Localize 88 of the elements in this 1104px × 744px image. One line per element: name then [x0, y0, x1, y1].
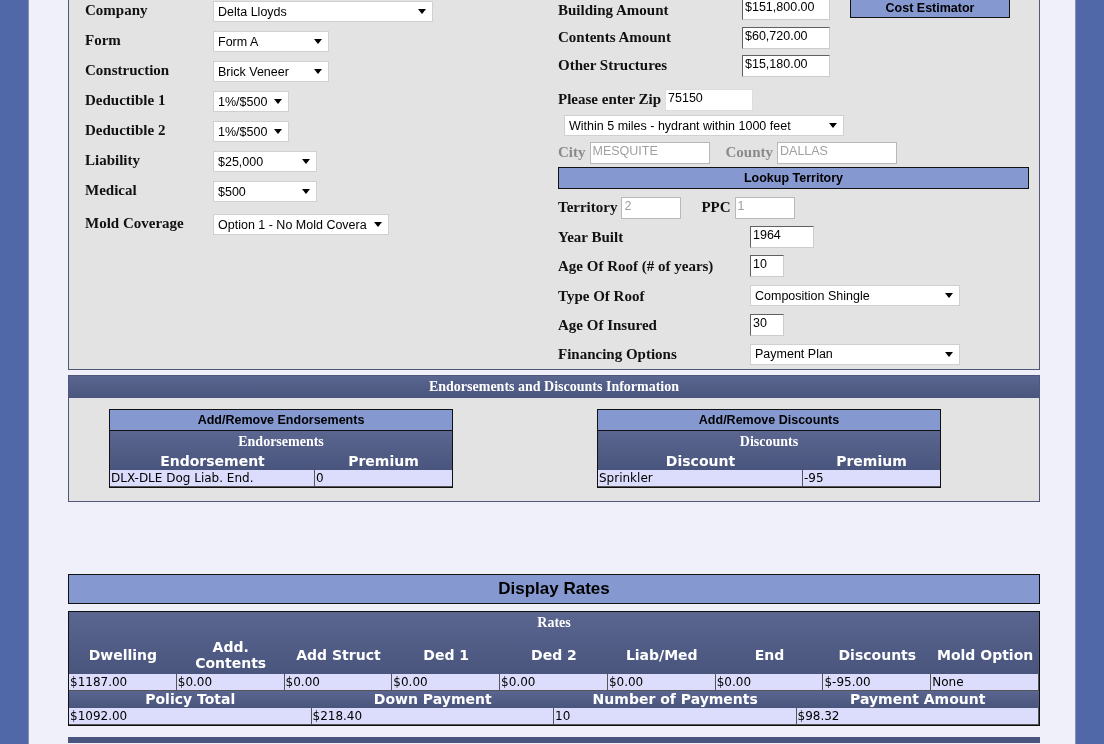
field-label: Other Structures	[558, 56, 667, 73]
field-label: Medical	[85, 182, 137, 198]
field-label: Please enter Zip	[558, 91, 662, 109]
column-header: End	[753, 645, 786, 664]
field-label: Territory	[558, 199, 618, 217]
column-header: Add. Contents	[194, 637, 268, 672]
number-field[interactable]: 30	[750, 313, 784, 336]
column-header: Discounts	[837, 645, 918, 664]
column-header: Policy Total	[144, 691, 237, 708]
table-title: Discounts	[738, 433, 800, 451]
table-cell: 0	[315, 470, 452, 487]
table-cell: $218.40	[311, 708, 554, 725]
cost-estimator-button[interactable]: Cost Estimator	[850, 0, 1010, 18]
column-header: Premium	[835, 453, 908, 470]
table-cell: DLX-DLE Dog Liab. End.	[110, 470, 315, 487]
column-header: Endorsement	[159, 453, 266, 470]
number-field[interactable]: 1964	[750, 225, 814, 248]
dropdown-select[interactable]: $500	[213, 181, 317, 202]
field-label: Form	[85, 32, 121, 48]
column-header: Ded 2	[530, 645, 578, 664]
field-label: Year Built	[558, 228, 624, 245]
caret-icon	[302, 189, 310, 194]
field-label: Contents Amount	[558, 29, 671, 46]
dropdown-select[interactable]: Delta Lloyds	[213, 1, 433, 22]
dropdown-select[interactable]: Within 5 miles - hydrant within 1000 feet	[564, 115, 844, 137]
field-label: Type Of Roof	[558, 287, 645, 304]
column-header: Add Struct	[295, 645, 382, 664]
caret-icon	[829, 123, 837, 129]
dropdown-select[interactable]: Brick Veneer	[213, 61, 329, 82]
field-label: Deductible 1	[85, 92, 166, 108]
dropdown-select[interactable]: Option 1 - No Mold Covera	[213, 214, 389, 235]
territory-field: 2	[621, 196, 682, 219]
field-label: Financing Options	[558, 346, 677, 363]
number-field[interactable]: 10	[750, 255, 784, 278]
amount-field[interactable]: $15,180.00	[742, 54, 830, 77]
field-label: Age Of Insured	[558, 316, 657, 333]
field-label: Deductible 2	[85, 122, 166, 138]
column-header: Liab/Med	[624, 645, 699, 664]
field-label: Liability	[85, 152, 140, 168]
table-cell: -95	[803, 470, 940, 487]
section-title: Endorsements and Discounts Information	[69, 376, 1039, 398]
caret-icon	[418, 9, 426, 14]
field-label: City	[558, 144, 586, 162]
caret-icon	[374, 222, 382, 227]
caret-icon	[314, 69, 322, 74]
caret-icon	[314, 39, 322, 44]
caret-icon	[302, 159, 310, 164]
column-header: Down Payment	[372, 691, 493, 708]
dropdown-select[interactable]: 1%/$500	[213, 91, 289, 112]
add-remove-button[interactable]: Add/Remove Discounts	[598, 410, 940, 431]
location-field: DALLAS	[777, 141, 897, 164]
table-title: Rates	[536, 614, 572, 632]
dropdown-select[interactable]: Payment Plan	[750, 343, 960, 365]
table-cell: Sprinkler	[598, 470, 803, 487]
field-label: Mold Coverage	[85, 215, 184, 231]
amount-field[interactable]: $151,800.00	[742, 0, 830, 20]
field-label: County	[725, 144, 773, 162]
column-header: Dwelling	[87, 645, 159, 664]
amount-field[interactable]: $60,720.00	[742, 27, 830, 50]
dropdown-select[interactable]: $25,000	[213, 151, 317, 172]
dropdown-select[interactable]: Form A	[213, 31, 329, 52]
caret-icon	[945, 293, 953, 299]
dropdown-select[interactable]: 1%/$500	[213, 121, 289, 142]
column-header: Discount	[664, 453, 737, 470]
column-header: Premium	[347, 453, 420, 470]
dropdown-select[interactable]: Composition Shingle	[750, 285, 960, 307]
column-header: Mold Option	[936, 645, 1035, 664]
column-header: Number of Payments	[591, 691, 759, 708]
table-cell: $1092.00	[69, 708, 312, 725]
caret-icon	[274, 99, 282, 104]
table-cell: 10	[554, 708, 797, 725]
lookup-territory-button[interactable]: Lookup Territory	[558, 167, 1029, 189]
caret-icon	[274, 129, 282, 134]
field-label: Age Of Roof (# of years)	[558, 258, 714, 275]
location-field: MESQUITE	[589, 141, 710, 164]
table-title: Endorsements	[237, 433, 325, 451]
zip-field[interactable]: 75150	[665, 88, 754, 111]
territory-field: 1	[734, 196, 795, 219]
field-label: Building Amount	[558, 2, 669, 18]
display-rates-title: Display Rates	[68, 574, 1040, 604]
field-label: PPC	[701, 199, 731, 217]
field-label: Company	[85, 2, 148, 18]
column-header: Ded 1	[422, 645, 471, 664]
caret-icon	[945, 351, 953, 357]
column-header: Payment Amount	[849, 691, 987, 708]
field-label: Construction	[85, 62, 170, 78]
add-remove-button[interactable]: Add/Remove Endorsements	[110, 410, 452, 431]
table-cell: $98.32	[796, 708, 1039, 725]
